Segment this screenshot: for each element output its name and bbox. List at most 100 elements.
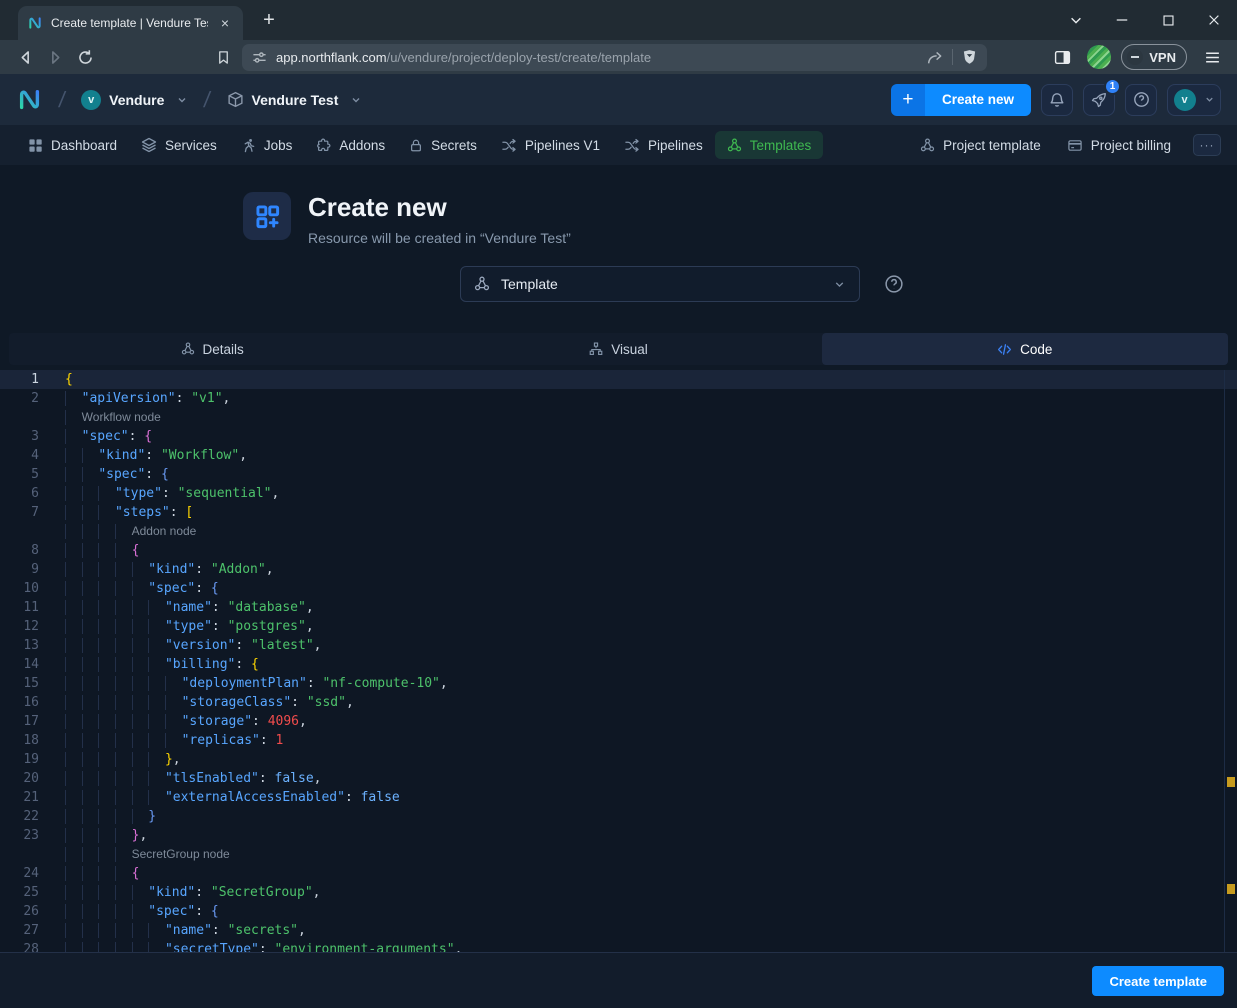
nav-item-addons[interactable]: Addons — [304, 125, 397, 165]
code-line[interactable]: 9 "kind": "Addon", — [0, 560, 1237, 579]
code-line[interactable]: 2 "apiVersion": "v1", — [0, 389, 1237, 408]
code-line[interactable]: 16 "storageClass": "ssd", — [0, 693, 1237, 712]
code-line[interactable]: 14 "billing": { — [0, 655, 1237, 674]
code-line[interactable]: 7 "steps": [ — [0, 503, 1237, 522]
vpn-button[interactable]: VPN — [1121, 44, 1187, 70]
create-new-section: Create new Resource will be created in “… — [0, 165, 1237, 330]
tab-visual[interactable]: Visual — [415, 333, 821, 365]
shuffle-icon — [501, 138, 517, 153]
browser-menu-icon[interactable] — [1197, 43, 1227, 71]
code-line[interactable]: 23 }, — [0, 826, 1237, 845]
nav-item-secrets[interactable]: Secrets — [397, 125, 489, 165]
breadcrumb-project[interactable]: Vendure Test — [227, 91, 363, 108]
line-number: 2 — [0, 389, 39, 408]
code-line[interactable]: 20 "tlsEnabled": false, — [0, 769, 1237, 788]
code-line[interactable]: 17 "storage": 4096, — [0, 712, 1237, 731]
code-line[interactable]: 10 "spec": { — [0, 579, 1237, 598]
line-number: 26 — [0, 902, 39, 921]
overview-ruler-mark — [1227, 777, 1235, 787]
back-button[interactable] — [10, 43, 40, 71]
window-minimize-button[interactable] — [1099, 0, 1145, 40]
more-options-button[interactable]: ··· — [1193, 134, 1221, 156]
tab-details[interactable]: Details — [9, 333, 415, 365]
nav-item-dashboard[interactable]: Dashboard — [16, 125, 129, 165]
code-line[interactable]: 21 "externalAccessEnabled": false — [0, 788, 1237, 807]
code-line[interactable]: 4 "kind": "Workflow", — [0, 446, 1237, 465]
code-line[interactable]: 25 "kind": "SecretGroup", — [0, 883, 1237, 902]
code-line[interactable]: 19 }, — [0, 750, 1237, 769]
chevron-down-icon[interactable] — [176, 94, 188, 106]
northflank-logo[interactable] — [16, 86, 43, 113]
resource-type-value: Template — [501, 276, 822, 292]
create-new-button[interactable]: Create new — [925, 84, 1031, 116]
code-line[interactable]: 6 "type": "sequential", — [0, 484, 1237, 503]
window-close-button[interactable] — [1191, 0, 1237, 40]
create-new-plus-button[interactable]: + — [891, 84, 925, 116]
code-line[interactable]: 8 { — [0, 541, 1237, 560]
url-host: app.northflank.com — [276, 50, 387, 65]
chevron-down-icon — [833, 278, 846, 291]
line-number: 3 — [0, 427, 39, 446]
template-nodes-icon — [727, 138, 742, 153]
whats-new-button[interactable]: 1 — [1083, 84, 1115, 116]
notifications-button[interactable] — [1041, 84, 1073, 116]
url-text[interactable]: app.northflank.com/u/vendure/project/dep… — [276, 50, 917, 65]
line-number: 20 — [0, 769, 39, 788]
code-editor[interactable]: 1{2 "apiVersion": "v1", Workflow node3 "… — [0, 370, 1237, 952]
forward-button[interactable] — [40, 43, 70, 71]
code-line[interactable]: 13 "version": "latest", — [0, 636, 1237, 655]
code-annotation-row[interactable]: SecretGroup node — [0, 845, 1237, 864]
code-line[interactable]: 28 "secretType": "environment-arguments"… — [0, 940, 1237, 952]
line-number: 14 — [0, 655, 39, 674]
tab-code[interactable]: Code — [822, 333, 1228, 365]
code-line[interactable]: 24 { — [0, 864, 1237, 883]
code-line[interactable]: 3 "spec": { — [0, 427, 1237, 446]
code-line[interactable]: 11 "name": "database", — [0, 598, 1237, 617]
reload-button[interactable] — [70, 43, 100, 71]
credit-card-icon — [1067, 138, 1083, 153]
code-line[interactable]: 27 "name": "secrets", — [0, 921, 1237, 940]
code-line[interactable]: 22 } — [0, 807, 1237, 826]
code-line[interactable]: 12 "type": "postgres", — [0, 617, 1237, 636]
code-annotation-row[interactable]: Workflow node — [0, 408, 1237, 427]
create-template-button[interactable]: Create template — [1092, 966, 1224, 996]
nav-item-jobs[interactable]: Jobs — [229, 125, 305, 165]
tab-close-icon[interactable]: × — [216, 14, 234, 32]
create-new-split-button[interactable]: + Create new — [891, 84, 1031, 116]
chevron-down-icon[interactable] — [350, 94, 362, 106]
bookmark-icon[interactable] — [208, 43, 238, 71]
nav-label: Templates — [750, 138, 812, 153]
new-tab-button[interactable]: + — [257, 9, 281, 32]
nav-item-project-billing[interactable]: Project billing — [1055, 125, 1183, 165]
code-line[interactable]: 26 "spec": { — [0, 902, 1237, 921]
site-settings-icon[interactable] — [252, 50, 267, 65]
line-number: 8 — [0, 541, 39, 560]
brave-shield-icon[interactable] — [962, 49, 977, 65]
breadcrumb-team[interactable]: v Vendure — [81, 90, 188, 110]
user-menu-button[interactable]: v — [1167, 84, 1221, 116]
line-number: 6 — [0, 484, 39, 503]
browser-tab[interactable]: Create template | Vendure Test | × — [18, 6, 243, 40]
nav-item-pipelines-v1[interactable]: Pipelines V1 — [489, 125, 612, 165]
sidebar-toggle-icon[interactable] — [1047, 43, 1077, 71]
browser-profile-avatar[interactable] — [1087, 45, 1111, 69]
code-line[interactable]: 18 "replicas": 1 — [0, 731, 1237, 750]
code-annotation-row[interactable]: Addon node — [0, 522, 1237, 541]
code-line[interactable]: 1{ — [0, 370, 1237, 389]
code-line[interactable]: 5 "spec": { — [0, 465, 1237, 484]
share-icon[interactable] — [926, 49, 943, 66]
line-number — [0, 408, 39, 427]
nav-item-services[interactable]: Services — [129, 125, 229, 165]
nav-item-project-template[interactable]: Project template — [908, 125, 1053, 165]
url-bar[interactable]: app.northflank.com/u/vendure/project/dep… — [242, 44, 987, 71]
window-chevron-icon[interactable] — [1053, 0, 1099, 40]
nav-item-pipelines[interactable]: Pipelines — [612, 125, 715, 165]
question-mark-icon — [1133, 91, 1150, 108]
nav-item-templates[interactable]: Templates — [715, 131, 824, 159]
code-line[interactable]: 15 "deploymentPlan": "nf-compute-10", — [0, 674, 1237, 693]
resource-type-select[interactable]: Template — [460, 266, 860, 302]
selector-help-icon[interactable] — [884, 274, 904, 294]
user-avatar: v — [1174, 89, 1196, 111]
help-button[interactable] — [1125, 84, 1157, 116]
window-maximize-button[interactable] — [1145, 0, 1191, 40]
